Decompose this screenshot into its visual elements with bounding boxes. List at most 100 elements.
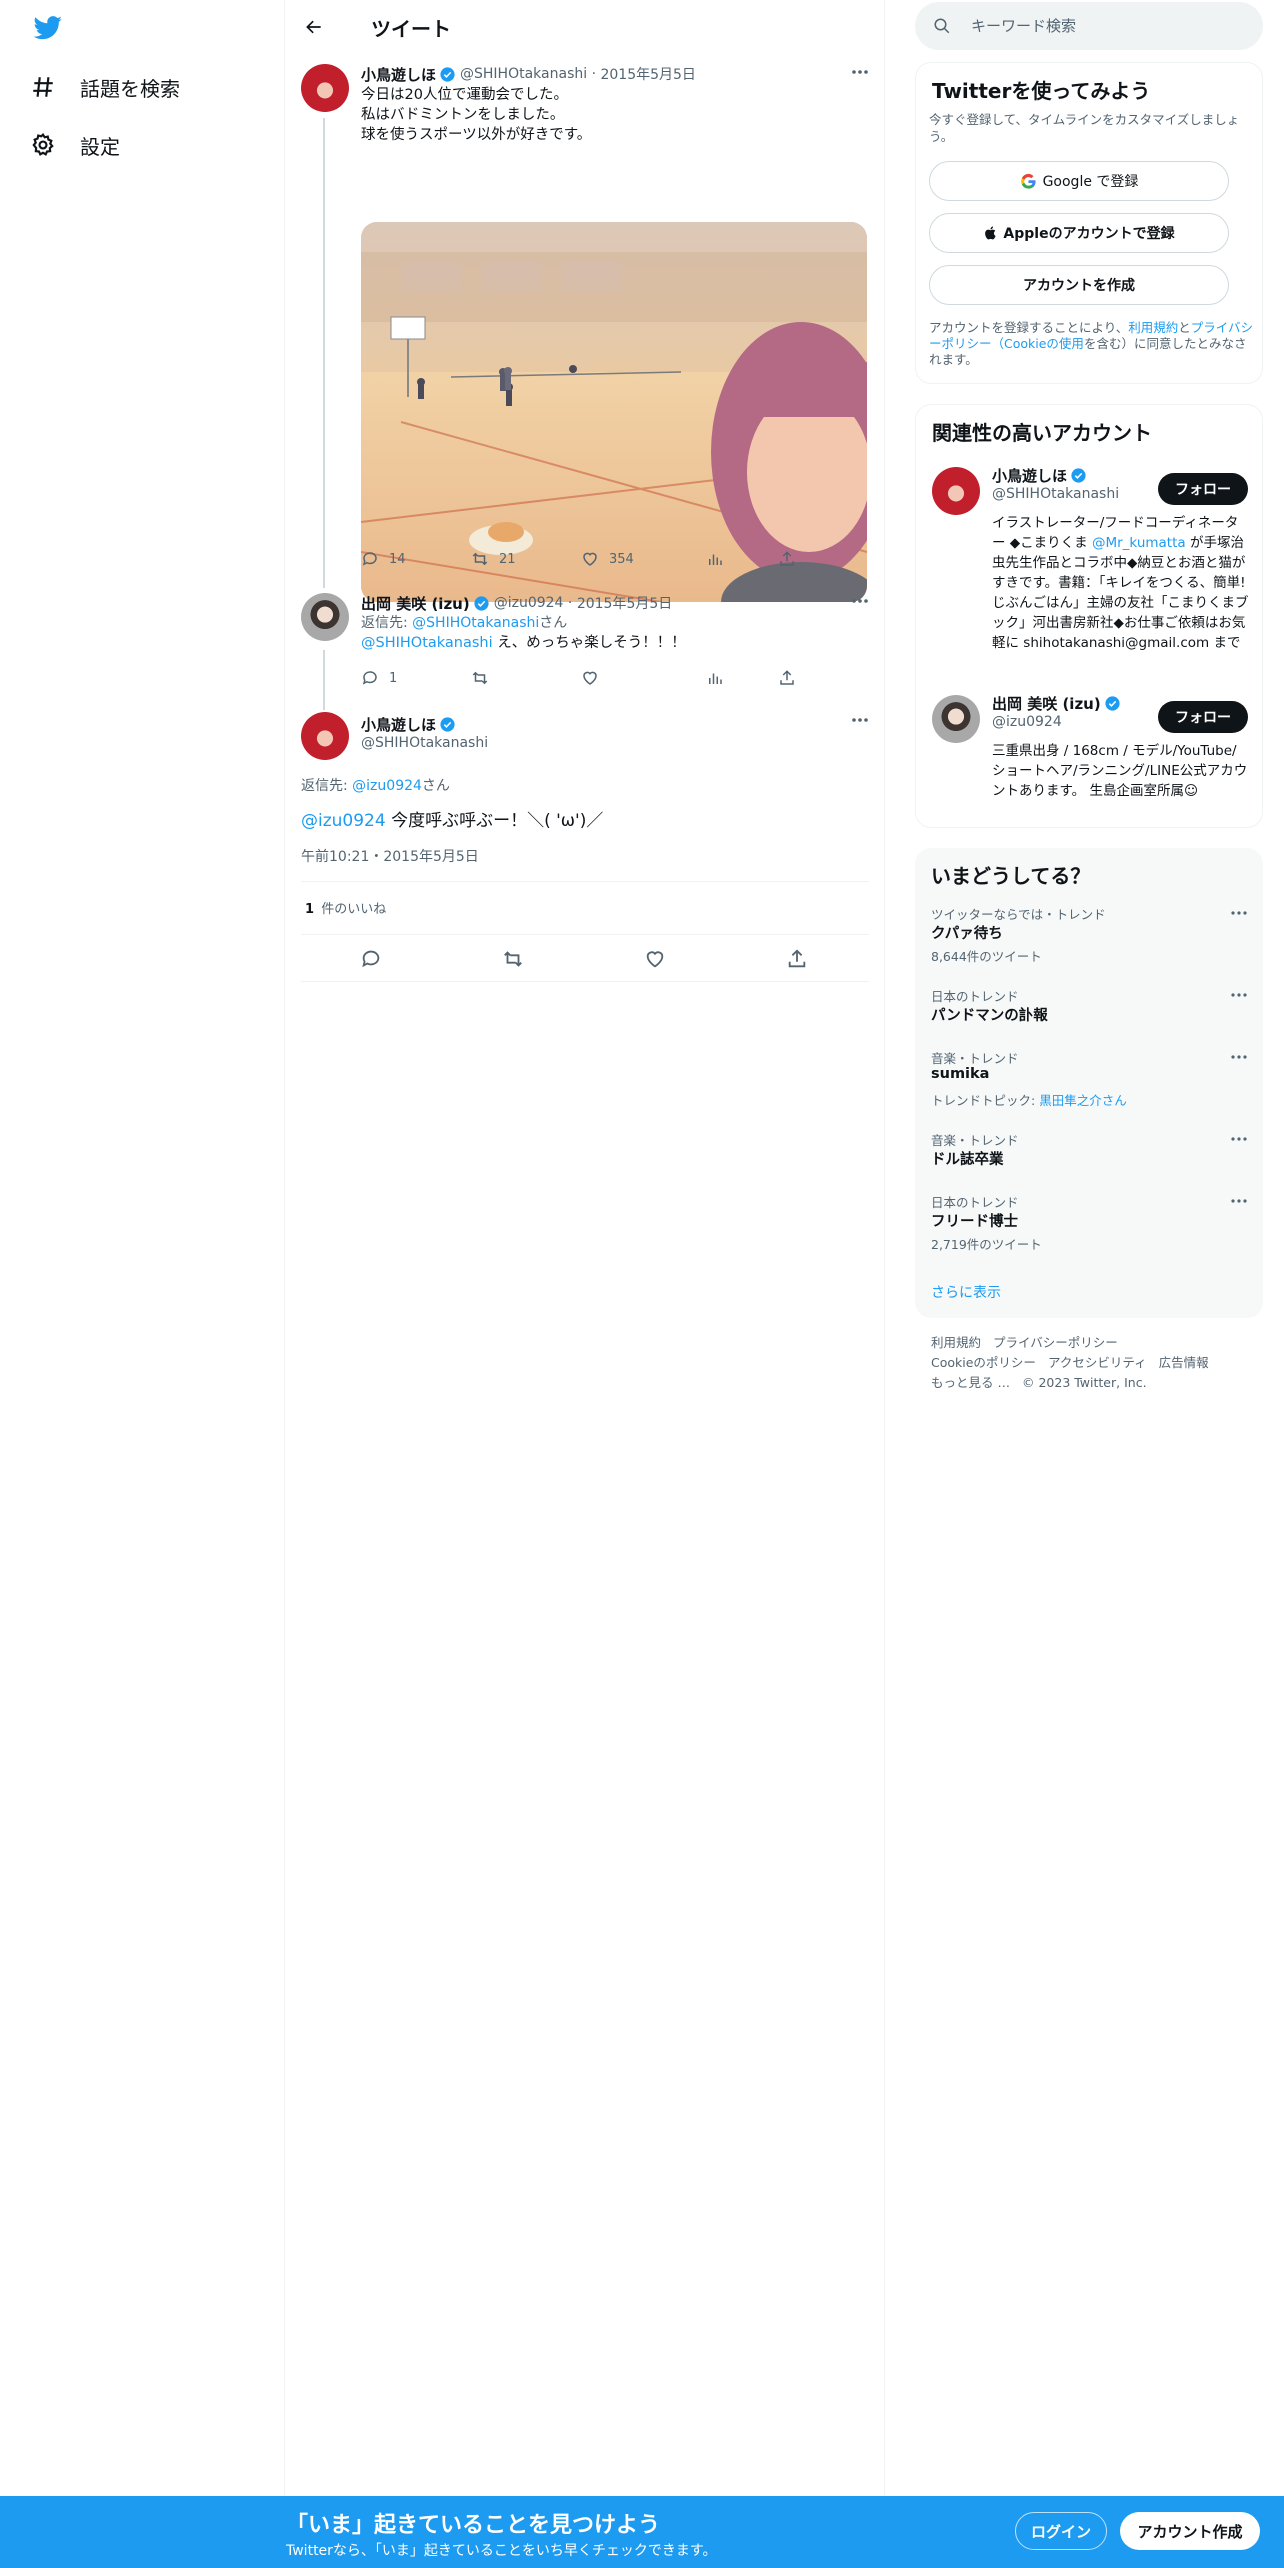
signup-button[interactable]: アカウント作成 [1120,2512,1260,2550]
tweet-timestamp[interactable]: 午前10:21・2015年5月5日 [301,846,479,866]
trend-title: パンドマンの訃報 [931,1008,1048,1024]
footer-link[interactable]: Cookieのポリシー [931,1355,1036,1370]
avatar[interactable] [932,695,980,743]
reply-to-link[interactable]: @izu0924 [352,778,422,794]
analytics-button[interactable] [706,669,778,687]
thread-tweet[interactable]: 出岡 美咲 (izu) @izu0924 · 2015年5月5日 返信先: @S… [285,593,885,693]
google-signup-button[interactable]: Google で登録 [929,161,1229,201]
apple-signup-button[interactable]: Appleのアカウントで登録 [929,213,1229,253]
trend-item[interactable]: 日本のトレンド フリード博士 2,719件のツイート [915,1192,1263,1262]
search-input[interactable] [971,17,1231,35]
back-button[interactable] [297,10,331,44]
mention-link[interactable]: @SHIHOtakanashi [361,635,493,651]
create-account-label: アカウントを作成 [1023,278,1135,294]
author-handle[interactable]: @SHIHOtakanashi [361,735,488,751]
trend-title: ドル誌卒業 [931,1152,1004,1168]
tweet-actions: 14 21 354 [361,548,801,570]
related-account[interactable]: 小鳥遊しほ @SHIHOtakanashi フォロー イラストレーター/フードコ… [916,463,1264,675]
search-bar[interactable] [915,2,1263,50]
related-account[interactable]: 出岡 美咲 (izu) @izu0924 フォロー 三重県出身 / 168cm … [916,691,1264,821]
focused-tweet: 小鳥遊しほ @SHIHOtakanashi 返信先: @izu0924さん @i… [285,712,885,982]
apple-logo-icon [985,226,997,240]
account-handle: @izu0924 [992,714,1062,730]
trend-item[interactable]: ツイッターならでは・トレンド クパァ待ち 8,644件のツイート [915,904,1263,974]
mention-link[interactable]: @izu0924 [301,811,386,831]
trend-item[interactable]: 音楽・トレンド sumika トレンドトピック: 黒田隼之介さん [915,1048,1263,1118]
avatar[interactable] [932,467,980,515]
reply-button[interactable]: 14 [361,550,471,568]
right-sidebar: Twitterを使ってみよう 今すぐ登録して、タイムラインをカスタマイズしましょ… [885,0,1284,2568]
analytics-button[interactable] [706,550,778,568]
share-button[interactable] [778,550,796,568]
trend-topic-link[interactable]: 黒田隼之介さん [1039,1093,1127,1108]
share-button[interactable] [778,669,796,687]
heart-icon[interactable] [644,948,666,970]
tweet-date[interactable]: 2015年5月5日 [600,64,695,84]
page-title: ツイート [371,16,451,41]
tweet-photo[interactable] [361,222,867,602]
author-name[interactable]: 出岡 美咲 (izu) [361,593,470,614]
follow-button[interactable]: フォロー [1158,473,1248,505]
reply-icon [362,552,377,566]
trend-item[interactable]: 日本のトレンド パンドマンの訃報 [915,986,1263,1036]
more-options-icon[interactable] [1229,906,1249,920]
like-count: 354 [609,551,634,567]
analytics-icon [709,673,722,684]
retweet-button[interactable]: 21 [471,550,581,568]
trend-context: 音楽・トレンド [931,1051,1019,1066]
more-options-icon[interactable] [1229,1050,1249,1064]
trend-title: sumika [931,1066,990,1082]
divider [301,881,869,882]
follow-button[interactable]: フォロー [1158,701,1248,733]
share-icon[interactable] [786,948,808,970]
more-options-icon[interactable] [849,64,871,80]
twitter-bird-icon[interactable] [33,16,63,40]
create-account-button[interactable]: アカウントを作成 [929,265,1229,305]
footer-link[interactable]: 利用規約 [931,1335,981,1350]
reply-button[interactable]: 1 [361,669,471,687]
tweet-date[interactable]: 2015年5月5日 [577,593,672,613]
author-handle[interactable]: @SHIHOtakanashi [460,66,587,82]
reply-icon[interactable] [360,948,382,970]
trend-count: 2,719件のツイート [931,1237,1042,1252]
likes-summary[interactable]: 1 件のいいね [305,898,386,917]
bio-mention-link[interactable]: @Mr_kumatta [1092,535,1186,551]
retweet-count: 21 [499,551,516,567]
like-button[interactable]: 354 [581,550,706,568]
account-handle: @SHIHOtakanashi [992,486,1120,502]
more-options-icon[interactable] [1229,988,1249,1002]
trend-context: 日本のトレンド [931,1195,1019,1210]
show-more-link[interactable]: さらに表示 [931,1282,1001,1302]
retweet-button[interactable] [471,669,581,687]
avatar[interactable] [301,593,349,641]
related-accounts-card: 関連性の高いアカウント 小鳥遊しほ @SHIHOtakanashi フォロー イ… [915,404,1263,828]
login-button[interactable]: ログイン [1015,2512,1107,2550]
reply-to-link[interactable]: @SHIHOtakanashi [412,615,539,631]
google-logo-icon [1020,173,1036,189]
nav-item-explore[interactable]: 話題を検索 [30,67,180,107]
author-name[interactable]: 小鳥遊しほ [361,64,436,85]
account-name[interactable]: 出岡 美咲 (izu) [992,693,1101,714]
avatar[interactable] [301,64,349,112]
terms-link[interactable]: 利用規約 [1128,320,1178,335]
footer-link[interactable]: もっと見る … [931,1375,1010,1390]
retweet-icon[interactable] [502,948,524,970]
trend-item[interactable]: 音楽・トレンド ドル誌卒業 [915,1130,1263,1180]
author-name[interactable]: 小鳥遊しほ [361,714,436,735]
retweet-icon [472,671,488,685]
more-options-icon[interactable] [849,593,871,609]
like-button[interactable] [581,669,706,687]
thread-tweet[interactable]: 小鳥遊しほ @SHIHOtakanashi · 2015年5月5日 今日は20人… [285,64,885,602]
footer-link[interactable]: プライバシーポリシー [993,1335,1118,1350]
author-handle[interactable]: @izu0924 [494,595,564,611]
nav-item-label: 話題を検索 [80,76,180,101]
footer-link[interactable]: アクセシビリティ [1048,1355,1147,1370]
trends-title: いまどうしてる？ [931,864,1091,888]
more-options-icon[interactable] [1229,1194,1249,1208]
more-options-icon[interactable] [1229,1132,1249,1146]
footer-link[interactable]: 広告情報 [1159,1355,1209,1370]
nav-item-settings[interactable]: 設定 [30,125,120,165]
avatar[interactable] [301,712,349,760]
more-options-icon[interactable] [849,712,871,728]
account-name[interactable]: 小鳥遊しほ [992,465,1067,486]
